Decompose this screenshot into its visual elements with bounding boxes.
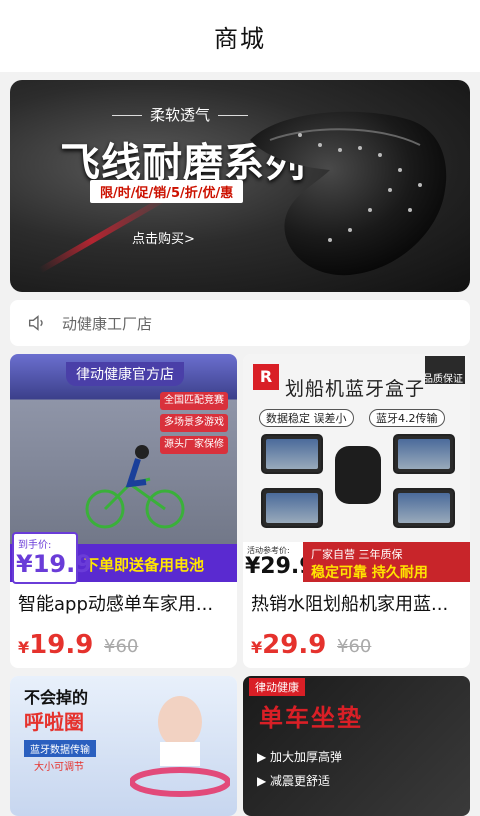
strip-line: 厂家自营 三年质保 [311,548,403,561]
banner-buy-link[interactable]: 点击购买> [132,228,195,247]
currency-symbol: ¥ [18,638,30,657]
strip-line: 稳定可靠 持久耐用 [311,565,428,581]
price-tag-value: ¥29.9 [245,554,315,579]
image-text: 不会掉的 [24,688,89,707]
phone-image [393,434,455,474]
phone-image [261,488,323,528]
image-headline: 单车坐垫 [259,704,363,732]
phone-image [393,488,455,528]
image-headline: 划船机蓝牙盒子 [285,378,426,400]
product-image: 律动健康官方店 全国匹配竞赛 多场景多游戏 源头厂家保修 下单即送备用电池 到手… [10,354,237,584]
product-image: 律动健康 单车坐垫 ▶ 加大加厚高弹 ▶ 减震更舒适 [243,676,470,816]
product-image: R 划船机蓝牙盒子 品质保证 数据稳定 误差小 蓝牙4.2传输 活动参考价: ¥… [243,354,470,582]
price-value: 29.9 [262,630,327,660]
bluetooth-box-image [335,446,381,504]
original-price: ¥60 [337,636,372,657]
notice-text: 动健康工厂店 [62,314,153,333]
product-name[interactable]: 热销水阻划船机家用蓝... [251,590,466,616]
image-text: 蓝牙数据传输 [24,740,96,757]
feature-item: ▶ 减震更舒适 [257,774,331,788]
page-title: 商城 [214,24,266,53]
product-name[interactable]: 智能app动感单车家用... [18,590,233,616]
feature-pill: 数据稳定 误差小 [259,409,354,427]
price-tag: 活动参考价: ¥29.9 [243,542,315,582]
promo-slogan: 下单即送备用电池 [84,556,205,574]
product-image: 不会掉的 呼啦圈 蓝牙数据传输 大小可调节 [10,676,237,816]
product-card[interactable]: 律动健康官方店 全国匹配竞赛 多场景多游戏 源头厂家保修 下单即送备用电池 到手… [10,354,237,668]
banner-tagline: 柔软透气 [104,104,256,125]
bike-illustration [85,445,185,529]
product-card[interactable]: 律动健康 单车坐垫 ▶ 加大加厚高弹 ▶ 减震更舒适 [243,676,470,816]
feature-pill: 蓝牙4.2传输 [369,409,445,427]
speaker-icon [28,315,43,331]
saddle-image [250,111,447,276]
brand-logo: R [253,364,279,390]
image-text: 大小可调节 [34,762,84,773]
person-image [130,696,230,797]
product-card[interactable]: R 划船机蓝牙盒子 品质保证 数据稳定 误差小 蓝牙4.2传输 活动参考价: ¥… [243,354,470,668]
price-tag: 到手价: ¥19.9 [12,532,92,584]
image-text: 呼啦圈 [24,710,84,734]
feature-item: 多场景多游戏 [160,414,228,432]
price-tag-label: 到手价: [18,540,52,551]
banner-promo: 限/时/促/销/5/折/优/惠 [90,180,244,203]
shop-name: 律动健康官方店 [66,362,184,386]
notice-bar[interactable]: 动健康工厂店 [10,300,470,346]
brand-logo: 律动健康 [249,678,305,696]
currency-symbol: ¥ [251,638,263,657]
feature-item: ▶ 加大加厚高弹 [257,750,343,764]
price-tag-value: ¥19.9 [16,550,92,578]
product-card[interactable]: 不会掉的 呼啦圈 蓝牙数据传输 大小可调节 [10,676,237,816]
product-price: ¥29.9 [251,630,326,660]
product-price: ¥19.9 [18,630,93,660]
price-value: 19.9 [29,630,94,660]
original-price: ¥60 [104,636,139,657]
promo-banner[interactable]: 柔软透气 飞线耐磨系列 限/时/促/销/5/折/优/惠 点击购买> [10,80,470,292]
promo-strip: 厂家自营 三年质保 稳定可靠 持久耐用 [303,542,470,582]
quality-badge-text: 品质保证 [423,374,463,385]
top-bar: 商城 [0,0,480,72]
phone-image [261,434,323,474]
feature-item: 全国匹配竞赛 [160,392,228,410]
